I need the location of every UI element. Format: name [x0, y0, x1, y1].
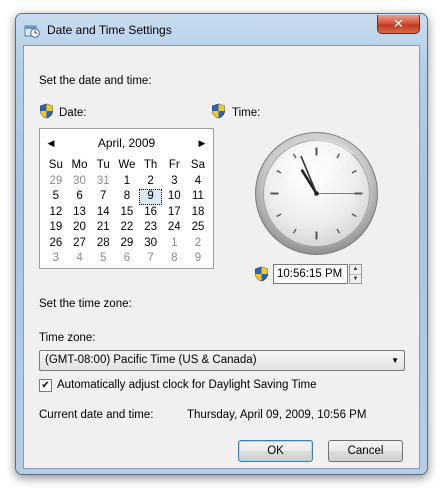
calendar-week-row: 26 27 28 29 30 1 2 — [44, 236, 210, 252]
weekday-label: We — [118, 159, 136, 171]
cancel-button[interactable]: Cancel — [328, 440, 403, 462]
current-date-time-value: Thursday, April 09, 2009, 10:56 PM — [187, 409, 367, 421]
calendar-day[interactable]: 4 — [186, 174, 210, 190]
calendar-week-row: 12 13 14 15 16 17 18 — [44, 205, 210, 221]
calendar-day[interactable]: 2 — [139, 174, 163, 190]
weekday-label: Th — [143, 159, 158, 171]
next-month-button[interactable]: ▶ — [195, 136, 209, 150]
weekday-label: Mo — [71, 159, 88, 171]
weekday-header-row: Su Mo Tu We Th Fr Sa — [44, 158, 210, 174]
calendar-day[interactable]: 10 — [162, 189, 186, 205]
calendar-day[interactable]: 14 — [91, 205, 115, 221]
calendar-day[interactable]: 4 — [68, 251, 92, 267]
calendar-day[interactable]: 16 — [139, 205, 163, 221]
dialog-window: Date and Time Settings ✕ Set the date an… — [15, 13, 428, 475]
calendar-day[interactable]: 8 — [115, 189, 139, 205]
calendar-day[interactable]: 28 — [91, 236, 115, 252]
time-label: Time: — [232, 107, 261, 119]
calendar-day[interactable]: 20 — [68, 220, 92, 236]
calendar-day[interactable]: 26 — [44, 236, 68, 252]
weekday-label: Su — [48, 159, 63, 171]
dst-checkbox-label[interactable]: Automatically adjust clock for Daylight … — [57, 379, 317, 391]
calendar-day[interactable]: 30 — [68, 174, 92, 190]
clock-center-pin — [314, 191, 319, 196]
calendar-day[interactable]: 2 — [186, 236, 210, 252]
calendar-day[interactable]: 30 — [139, 236, 163, 252]
time-zone-label: Time zone: — [39, 332, 96, 344]
calendar-day[interactable]: 13 — [68, 205, 92, 221]
calendar-week-row: 3456789 — [44, 251, 210, 267]
calendar-day[interactable]: 21 — [91, 220, 115, 236]
analog-clock — [255, 132, 378, 255]
weekday-label: Tu — [96, 159, 110, 171]
calendar-day[interactable]: 7 — [91, 189, 115, 205]
dst-checkbox[interactable]: ✔ — [39, 379, 52, 392]
set-time-zone-heading: Set the time zone: — [39, 298, 132, 310]
uac-shield-icon — [255, 266, 268, 282]
calendar-day[interactable]: 1 — [115, 174, 139, 190]
calendar-day-selected[interactable]: 9 — [138, 189, 163, 205]
calendar-day[interactable]: 11 — [186, 189, 210, 205]
dialog-content: Set the date and time: Date: Time: ◀ Apr… — [23, 45, 420, 469]
uac-shield-icon — [212, 103, 225, 119]
close-button[interactable]: ✕ — [377, 15, 420, 34]
calendar-day[interactable]: 15 — [115, 205, 139, 221]
calendar-day[interactable]: 5 — [91, 251, 115, 267]
weekday-label: Sa — [190, 159, 205, 171]
window-title: Date and Time Settings — [47, 23, 172, 37]
calendar-day[interactable]: 9 — [186, 251, 210, 267]
calendar-week-row: 19 20 21 22 23 24 25 — [44, 220, 210, 236]
calendar-day[interactable]: 23 — [139, 220, 163, 236]
calendar-day[interactable]: 6 — [68, 189, 92, 205]
calendar-header: ◀ April, 2009 ▶ — [40, 136, 213, 152]
clock-settings-icon — [24, 25, 40, 38]
calendar-day[interactable]: 12 — [44, 205, 68, 221]
calendar-grid: Su Mo Tu We Th Fr Sa 29 30 31 1 2 3 4 5 6 7 8 9 10 11 12 13 14 1… — [44, 158, 210, 267]
uac-shield-icon — [40, 103, 53, 119]
set-date-time-heading: Set the date and time: — [39, 75, 152, 87]
date-label: Date: — [59, 107, 87, 119]
calendar-day[interactable]: 17 — [162, 205, 186, 221]
calendar-day[interactable]: 1 — [162, 236, 186, 252]
calendar-month-title[interactable]: April, 2009 — [40, 136, 213, 150]
current-date-time-label: Current date and time: — [39, 409, 154, 421]
calendar-day[interactable]: 18 — [186, 205, 210, 221]
time-spinner[interactable]: ▲ ▼ — [349, 264, 362, 284]
calendar-day[interactable]: 27 — [68, 236, 92, 252]
calendar-day[interactable]: 29 — [115, 236, 139, 252]
time-field[interactable]: 10:56:15 PM — [273, 264, 348, 284]
time-down-button[interactable]: ▼ — [350, 274, 361, 283]
chevron-down-icon: ▼ — [391, 356, 399, 365]
calendar-day[interactable]: 29 — [44, 174, 68, 190]
calendar-day[interactable]: 6 — [115, 251, 139, 267]
calendar-day[interactable]: 22 — [115, 220, 139, 236]
calendar-day[interactable]: 3 — [162, 174, 186, 190]
calendar-day[interactable]: 31 — [91, 174, 115, 190]
calendar-day[interactable]: 25 — [186, 220, 210, 236]
time-up-button[interactable]: ▲ — [350, 265, 361, 274]
calendar-week-row: 5 6 7 8 9 10 11 — [44, 189, 210, 205]
calendar-day[interactable]: 8 — [162, 251, 186, 267]
ok-button[interactable]: OK — [238, 440, 313, 462]
calendar-day[interactable]: 19 — [44, 220, 68, 236]
calendar-day[interactable]: 3 — [44, 251, 68, 267]
calendar-day[interactable]: 5 — [44, 189, 68, 205]
time-zone-value: (GMT-08:00) Pacific Time (US & Canada) — [45, 354, 257, 366]
calendar-week-row: 29 30 31 1 2 3 4 — [44, 174, 210, 190]
time-zone-dropdown[interactable]: (GMT-08:00) Pacific Time (US & Canada) ▼ — [39, 350, 405, 371]
calendar-day[interactable]: 7 — [139, 251, 163, 267]
month-calendar[interactable]: ◀ April, 2009 ▶ Su Mo Tu We Th Fr Sa 29 30 31 1 2 3 4… — [39, 128, 214, 269]
calendar-day[interactable]: 24 — [162, 220, 186, 236]
weekday-label: Fr — [168, 159, 180, 171]
title-bar[interactable]: Date and Time Settings ✕ — [16, 14, 427, 46]
